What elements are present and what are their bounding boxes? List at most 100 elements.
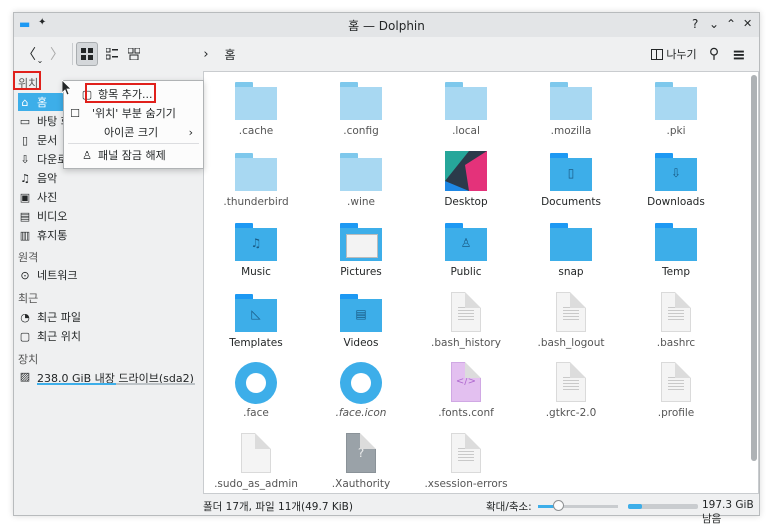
file-name: .bash_logout bbox=[537, 336, 605, 349]
file-name: .face.icon bbox=[335, 407, 387, 419]
file-item[interactable]: .xsession-errors bbox=[414, 425, 518, 494]
free-space-bar bbox=[628, 504, 698, 509]
gear-icon bbox=[235, 362, 277, 404]
breadcrumb-home[interactable]: 홈 bbox=[222, 42, 238, 66]
file-item[interactable]: ▤ Videos bbox=[309, 284, 413, 354]
text-file-icon bbox=[451, 432, 481, 473]
file-item[interactable]: ♙ Public bbox=[414, 213, 518, 283]
file-item[interactable]: .sudo_as_admin bbox=[204, 425, 308, 494]
close-button[interactable]: ✕ bbox=[743, 17, 752, 30]
file-item[interactable]: .face.icon bbox=[309, 354, 413, 424]
file-name: .local bbox=[452, 125, 480, 137]
split-label: 나누기 bbox=[666, 48, 697, 61]
file-item[interactable]: .local bbox=[414, 72, 518, 142]
file-item[interactable]: ⇩ Downloads bbox=[624, 143, 728, 213]
sidebar-item-trash[interactable]: ▥ 휴지통 bbox=[18, 226, 198, 244]
menu-item-icon-size[interactable]: 아이콘 크기 › bbox=[64, 123, 203, 141]
mouse-cursor-icon bbox=[62, 80, 72, 96]
sidebar-item-drive[interactable]: ▨ 238.0 GiB 내장 드라이브(sda2) bbox=[18, 368, 198, 388]
file-name: .bash_history bbox=[431, 336, 501, 349]
folder-icon: ▤ bbox=[340, 293, 382, 332]
menu-item-label: '위치' 부분 숨기기 bbox=[92, 107, 176, 120]
file-name: Templates bbox=[229, 336, 283, 349]
sidebar-item-pictures[interactable]: ▣ 사진 bbox=[18, 188, 198, 206]
file-item[interactable]: .profile bbox=[624, 354, 728, 424]
file-item[interactable]: ♫ Music bbox=[204, 213, 308, 283]
file-name: Temp bbox=[662, 266, 690, 278]
unknown-file-icon: ? bbox=[346, 432, 376, 473]
folder-icon: ♙ bbox=[445, 223, 487, 261]
status-bar: 폴더 17개, 파일 11개(49.7 KiB) 확대/축소: 197.3 Gi… bbox=[203, 496, 759, 525]
details-view-button[interactable] bbox=[124, 42, 144, 66]
file-name: .wine bbox=[347, 195, 375, 208]
photo-glyph bbox=[346, 234, 378, 258]
maximize-button[interactable]: ⌃ bbox=[726, 17, 736, 31]
file-item[interactable]: .bash_logout bbox=[519, 284, 623, 354]
file-item[interactable]: .bash_history bbox=[414, 284, 518, 354]
file-item[interactable]: .gtkrc-2.0 bbox=[519, 354, 623, 424]
documents-icon: ▯ bbox=[21, 133, 29, 147]
split-button[interactable]: 나누기 bbox=[650, 42, 698, 66]
menu-button[interactable]: ≡ bbox=[729, 42, 749, 66]
desktop-icon: ▭ bbox=[19, 114, 31, 128]
folder-icon: ⇩ bbox=[655, 152, 697, 191]
file-name: .cache bbox=[238, 125, 274, 137]
file-name: .Xauthority bbox=[331, 477, 391, 490]
file-item[interactable]: </> .fonts.conf bbox=[414, 354, 518, 424]
compact-view-button[interactable] bbox=[102, 42, 122, 66]
file-item[interactable]: .wine bbox=[309, 143, 413, 213]
file-item[interactable]: Pictures bbox=[309, 213, 413, 283]
file-view[interactable]: .cache .config .local .mozilla .pki .thunderb… bbox=[203, 71, 759, 494]
folder-icon bbox=[340, 152, 382, 191]
file-item[interactable]: .thunderbird bbox=[204, 143, 308, 213]
file-item[interactable]: .cache bbox=[204, 72, 308, 142]
file-item[interactable]: ◺ Templates bbox=[204, 284, 308, 354]
free-space-label: 197.3 GiB 남음 bbox=[702, 499, 754, 525]
file-item[interactable]: .config bbox=[309, 72, 413, 142]
chevron-right-icon: › bbox=[188, 125, 193, 139]
menu-item-hide-section[interactable]: ☐ '위치' 부분 숨기기 bbox=[64, 104, 203, 122]
forward-button[interactable]: 〉 bbox=[48, 42, 66, 66]
sidebar-item-recent-locations[interactable]: ▢ 최근 위치 bbox=[18, 327, 198, 345]
icons-view-button[interactable] bbox=[76, 42, 98, 66]
file-name: .face bbox=[243, 407, 269, 419]
file-name: .mozilla bbox=[550, 125, 592, 137]
file-item[interactable]: .bashrc bbox=[624, 284, 728, 354]
file-name: snap bbox=[558, 266, 584, 278]
sidebar-item-label: 문서 bbox=[37, 134, 58, 147]
sidebar-item-recent-files[interactable]: ◔ 최근 파일 bbox=[18, 308, 198, 326]
file-item[interactable]: Temp bbox=[624, 213, 728, 283]
scrollbar-handle[interactable] bbox=[751, 75, 757, 461]
search-button[interactable]: ⚲ bbox=[706, 42, 722, 66]
folder-glyph: ◺ bbox=[251, 306, 261, 321]
folder-icon bbox=[550, 223, 592, 261]
icons-view-icon bbox=[81, 48, 93, 60]
zoom-slider[interactable] bbox=[538, 500, 618, 511]
file-item[interactable]: ? .Xauthority bbox=[309, 425, 413, 494]
compact-view-icon bbox=[106, 48, 118, 60]
sidebar-item-videos[interactable]: ▤ 비디오 bbox=[18, 207, 198, 225]
file-item[interactable]: snap bbox=[519, 213, 623, 283]
menu-item-label: 패널 잠금 해제 bbox=[98, 149, 166, 162]
file-item[interactable]: .face bbox=[204, 354, 308, 424]
zoom-slider-handle[interactable] bbox=[553, 500, 564, 511]
sidebar-item-music[interactable]: ♫ 음악 bbox=[18, 169, 198, 187]
file-item[interactable]: .pki bbox=[624, 72, 728, 142]
back-dropdown-icon[interactable]: ⌄ bbox=[35, 48, 45, 72]
menu-item-unlock-panels[interactable]: ♙ 패널 잠금 해제 bbox=[64, 146, 203, 164]
folder-glyph: ♙ bbox=[460, 236, 472, 250]
drive-usage-bar bbox=[37, 383, 195, 385]
folder-icon bbox=[655, 223, 697, 261]
file-name: .xsession-errors bbox=[424, 477, 508, 490]
minimize-button[interactable]: ⌄ bbox=[709, 17, 719, 31]
question-glyph: ? bbox=[357, 445, 365, 460]
file-item[interactable]: ▯ Documents bbox=[519, 143, 623, 213]
breadcrumb-arrow-icon[interactable]: › bbox=[200, 42, 212, 66]
file-item[interactable]: .mozilla bbox=[519, 72, 623, 142]
devices-header: 장치 bbox=[18, 353, 39, 366]
sidebar-item-network[interactable]: ⊙ 네트워크 bbox=[18, 266, 198, 284]
file-item[interactable]: Desktop bbox=[414, 143, 518, 213]
file-name: .gtkrc-2.0 bbox=[545, 407, 597, 419]
help-button[interactable]: ? bbox=[692, 17, 698, 31]
scrollbar-track[interactable] bbox=[751, 75, 757, 461]
